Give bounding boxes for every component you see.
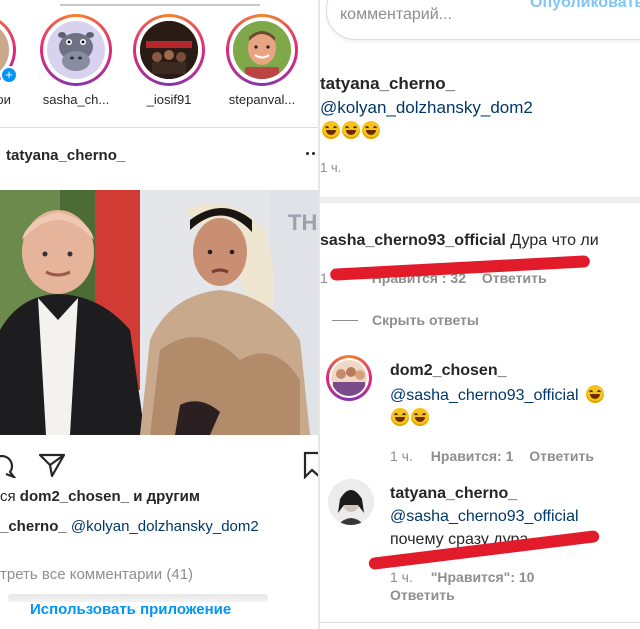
likes-line: ся dom2_chosen_ и другим (0, 488, 200, 505)
reply-username[interactable]: tatyana_cherno_ (390, 485, 517, 503)
reply-avatar[interactable] (326, 355, 372, 401)
right-screenshot-panel: комментарий... Опубликовать tatyana_cher… (320, 0, 640, 629)
hippo-avatar-image (58, 32, 94, 71)
reply-mention-link[interactable]: @sasha_cherno93_official (390, 508, 579, 526)
hide-replies-line (332, 320, 358, 321)
comment-username[interactable]: tatyana_cherno_ (320, 74, 455, 94)
man-avatar-image (233, 21, 291, 79)
comment-text: Дура что ли (510, 232, 599, 249)
laughing-emoji-icon (391, 408, 409, 426)
comment-line: sasha_cherno93_official Дура что ли (320, 232, 599, 250)
reply-button[interactable]: Ответить (390, 587, 455, 603)
story-label: _iosif91 (146, 92, 192, 107)
caption-line: _cherno_ @kolyan_dolzhansky_dom2 (0, 518, 259, 535)
cut-off-bottom (320, 622, 640, 623)
comment-username[interactable]: sasha_cherno93_official (320, 232, 506, 249)
left-screenshot-panel: + ори sasha_ch... (0, 0, 320, 629)
post-photo-illustration: TH (0, 190, 320, 435)
likes-user-link[interactable]: dom2_chosen_ (20, 488, 129, 505)
emoji-group (322, 121, 382, 141)
view-all-comments-link[interactable]: треть все комментарии (41) (0, 566, 193, 583)
post-photo[interactable]: TH (0, 190, 320, 435)
comment-time: 1 ч. (320, 160, 342, 175)
reply-mention-link[interactable]: @sasha_cherno93_official (390, 387, 579, 404)
comment-mention-link[interactable]: @kolyan_dolzhansky_dom2 (320, 98, 533, 118)
post-author[interactable]: tatyana_cherno_ (6, 147, 125, 164)
likes-prefix: ся (0, 488, 16, 505)
caption-mention-link[interactable]: @kolyan_dolzhansky_dom2 (71, 518, 259, 535)
story-label: stepanval... (228, 92, 296, 107)
reply-meta: 1 ч. Нравится: 1 Ответить (390, 448, 594, 464)
reply-username[interactable]: dom2_chosen_ (390, 362, 506, 380)
laughing-emoji-icon (362, 121, 380, 139)
like-count-link[interactable]: Нравится: 1 (431, 448, 514, 464)
reply-mention-line: @sasha_cherno93_official (390, 385, 606, 405)
use-app-link[interactable]: Использовать приложение (30, 601, 231, 618)
reply-button[interactable]: Ответить (482, 270, 547, 286)
laughing-emoji-icon (411, 408, 429, 426)
laughing-emoji-icon (585, 385, 604, 403)
laughing-emoji-icon (342, 121, 360, 139)
share-icon[interactable] (38, 452, 66, 478)
comment-input[interactable]: комментарий... (340, 6, 452, 24)
like-count-link[interactable]: "Нравится": 10 (431, 569, 535, 585)
story-avatar[interactable] (226, 14, 298, 86)
comment-time: 1 (320, 270, 328, 286)
reply-meta: 1 ч. "Нравится": 10 (390, 569, 534, 585)
separator (0, 127, 320, 128)
svg-text:TH: TH (288, 210, 317, 235)
poster-avatar-image (140, 21, 198, 79)
story-label: sasha_ch... (42, 92, 110, 107)
add-story-icon[interactable]: + (0, 66, 18, 84)
section-separator (320, 197, 640, 203)
laughing-emoji-icon (322, 121, 340, 139)
comment-icon[interactable] (0, 452, 20, 480)
likes-suffix: и другим (133, 488, 200, 505)
reply-button[interactable]: Ответить (529, 448, 594, 464)
reply-time: 1 ч. (390, 448, 413, 464)
stories-row: + ори sasha_ch... (0, 0, 320, 120)
caption-user-link[interactable]: _cherno_ (0, 518, 67, 535)
story-avatar[interactable] (133, 14, 205, 86)
publish-button[interactable]: Опубликовать (530, 0, 640, 12)
hide-replies-button[interactable]: Скрыть ответы (372, 312, 479, 328)
reply-avatar[interactable] (328, 479, 374, 525)
emoji-group (391, 408, 431, 428)
reply-time: 1 ч. (390, 569, 413, 585)
story-avatar[interactable] (40, 14, 112, 86)
